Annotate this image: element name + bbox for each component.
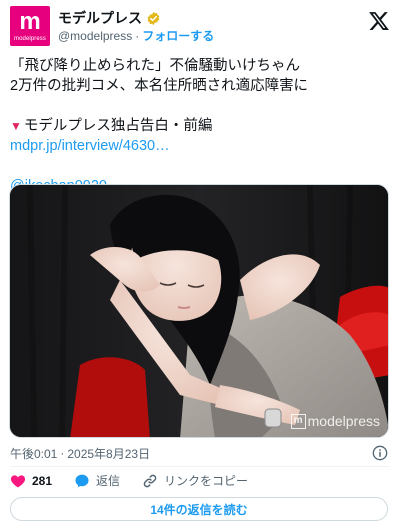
watermark-text: modelpress	[307, 413, 380, 429]
link-icon	[143, 474, 157, 488]
photo-watermark: m modelpress	[290, 413, 380, 429]
handle-separator: ·	[135, 29, 140, 43]
heart-icon	[10, 475, 26, 488]
divider	[10, 466, 390, 467]
interview-link[interactable]: mdpr.jp/interview/4630…	[10, 138, 170, 154]
tweet-header: m modelpress モデルプレス @modelpress · フォローする	[10, 6, 390, 46]
reply-label: 返信	[96, 474, 121, 488]
handle-row: @modelpress · フォローする	[58, 28, 214, 44]
name-row: モデルプレス	[58, 9, 161, 27]
like-count: 281	[32, 474, 53, 488]
follow-button[interactable]: フォローする	[142, 28, 214, 44]
triangle-down-icon: ▼	[10, 119, 22, 133]
tweet-timestamp: 午後0:01 · 2025年8月23日	[10, 444, 150, 462]
reply-icon	[75, 474, 89, 488]
watermark-logo: m	[290, 413, 306, 429]
avatar[interactable]: m modelpress	[10, 6, 50, 46]
tweet-line-1: 「飛び降り止められた」不倫騒動いけちゃん	[10, 58, 300, 74]
tweet-text: 「飛び降り止められた」不倫騒動いけちゃん 2万件の批判コメ、本名住所晒され適応障…	[10, 56, 390, 196]
avatar-logo-letter: m	[19, 8, 41, 35]
x-logo-icon[interactable]	[368, 10, 390, 32]
avatar-logo-text: modelpress	[13, 36, 46, 42]
tweet-line-3-text: モデルプレス独占告白・前編	[23, 118, 213, 134]
timestamp-separator: ·	[60, 446, 65, 460]
like-button[interactable]: 281	[10, 473, 52, 489]
info-icon[interactable]	[372, 445, 388, 461]
read-replies-button[interactable]: 14件の返信を読む	[10, 497, 388, 521]
tweet-date[interactable]: 2025年8月23日	[67, 445, 150, 462]
tweet-time[interactable]: 午後0:01	[10, 445, 57, 462]
action-bar: 281 返信 リンクをコピー	[10, 471, 270, 491]
tweet-link-line: mdpr.jp/interview/4630…	[10, 136, 390, 156]
copy-link-button[interactable]: リンクをコピー	[142, 473, 248, 489]
reply-button[interactable]: 返信	[74, 473, 120, 489]
tweet-photo[interactable]: m modelpress	[9, 184, 389, 438]
tweet-line-3: ▼ モデルプレス独占告白・前編	[10, 116, 390, 136]
copy-link-label: リンクをコピー	[164, 474, 249, 488]
photo-illustration	[10, 185, 388, 437]
tweet-line-2: 2万件の批判コメ、本名住所晒され適応障害に	[10, 78, 309, 94]
verified-badge-icon	[147, 11, 160, 25]
handle[interactable]: @modelpress	[58, 28, 132, 44]
display-name[interactable]: モデルプレス	[58, 9, 142, 27]
